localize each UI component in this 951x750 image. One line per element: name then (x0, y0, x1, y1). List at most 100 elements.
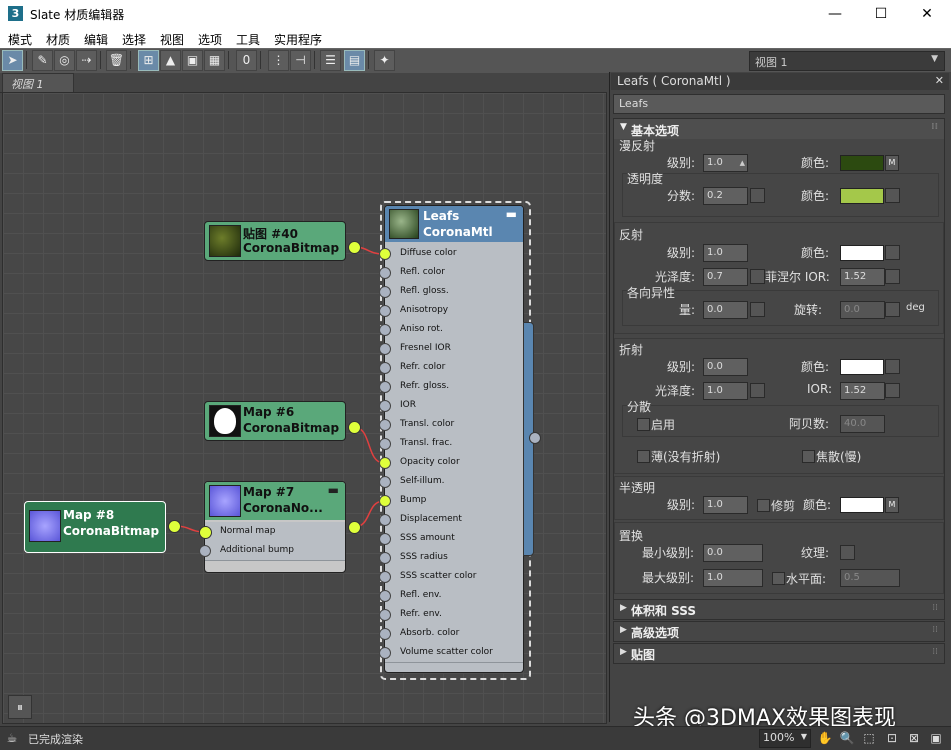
slot-diffuse-color[interactable]: Diffuse color (379, 244, 523, 264)
anisotropy-rotation-map-button[interactable] (885, 302, 900, 317)
diffuse-color-swatch[interactable] (840, 155, 884, 171)
zoom-selected-icon[interactable]: ▣ (928, 730, 944, 746)
slot-aniso-rot[interactable]: Aniso rot. (379, 320, 523, 340)
displacement-max-spinner[interactable]: 1.0 (703, 569, 763, 587)
input-port[interactable] (379, 552, 391, 564)
refraction-level-spinner[interactable]: 0.0 (703, 358, 748, 376)
input-port[interactable] (379, 267, 391, 279)
slot-refr-gloss[interactable]: Refr. gloss. (379, 377, 523, 397)
anisotropy-amount-spinner[interactable]: 0.0 (703, 301, 748, 319)
input-port[interactable] (379, 400, 391, 412)
output-port[interactable] (348, 241, 361, 254)
slot-normal-map[interactable]: Normal map (199, 522, 345, 542)
output-port[interactable] (348, 421, 361, 434)
slot-ior[interactable]: IOR (379, 396, 523, 416)
input-port[interactable] (379, 476, 391, 488)
zoom-icon[interactable]: 🔍 (839, 730, 855, 746)
rollout-header[interactable]: ▼ 基本选项 ⁞⁞ (614, 119, 944, 139)
opacity-map-button[interactable]: M (885, 497, 899, 513)
input-port[interactable] (199, 545, 211, 557)
dispersion-enable-checkbox[interactable] (637, 418, 650, 431)
slot-anisotropy[interactable]: Anisotropy (379, 301, 523, 321)
material-output-port[interactable] (529, 432, 541, 444)
input-port[interactable] (379, 286, 391, 298)
caustics-checkbox[interactable] (802, 450, 815, 463)
view-dropdown[interactable]: 视图 1 ▼ (749, 51, 945, 71)
zoom-region-icon[interactable]: ⬚ (861, 730, 877, 746)
opacity-level-spinner[interactable]: 1.0 (703, 496, 748, 514)
input-port[interactable] (379, 609, 391, 621)
input-port[interactable] (379, 419, 391, 431)
input-port[interactable] (379, 590, 391, 602)
water-level-spinner[interactable]: 0.5 (840, 569, 900, 587)
navigator-toggle-button[interactable]: ⏸ (8, 695, 32, 719)
minimize-button[interactable]: — (812, 0, 858, 28)
rollout-advanced[interactable]: ▶ 高级选项 ⁞⁞ (613, 621, 945, 642)
input-port[interactable] (379, 343, 391, 355)
slot-bump[interactable]: Bump (379, 491, 523, 511)
ior-map-button[interactable] (885, 383, 900, 398)
input-port[interactable] (379, 495, 391, 507)
input-port[interactable] (379, 381, 391, 393)
output-port[interactable] (168, 520, 181, 533)
fresnel-ior-map-button[interactable] (885, 269, 900, 284)
slot-self-illum[interactable]: Self-illum. (379, 472, 523, 492)
close-button[interactable]: ✕ (904, 0, 950, 28)
refraction-gloss-spinner[interactable]: 1.0 (703, 382, 748, 400)
thin-checkbox[interactable] (637, 450, 650, 463)
water-level-checkbox[interactable] (772, 572, 785, 585)
node-leafs[interactable]: Leafs CoronaMtl ▬ Diffuse color Refl. col… (379, 205, 524, 673)
slot-refl-env[interactable]: Refl. env. (379, 586, 523, 606)
slot-displacement[interactable]: Displacement (379, 510, 523, 530)
input-port[interactable] (379, 571, 391, 583)
input-port[interactable] (379, 305, 391, 317)
slot-refr-color[interactable]: Refr. color (379, 358, 523, 378)
zoom-dropdown[interactable]: 100% ▼ (759, 729, 811, 748)
displacement-texture-button[interactable] (840, 545, 855, 560)
pan-hand-icon[interactable]: ✋ (817, 730, 833, 746)
translucency-color-swatch[interactable] (840, 188, 884, 204)
input-port[interactable] (379, 628, 391, 640)
reflection-gloss-spinner[interactable]: 0.7 (703, 268, 748, 286)
input-port-connected[interactable] (199, 526, 212, 539)
anisotropy-amount-map-button[interactable] (750, 302, 765, 317)
input-port[interactable] (379, 647, 391, 659)
slot-opacity-color[interactable]: Opacity color (379, 453, 523, 473)
collapse-icon[interactable]: ▬ (506, 207, 517, 221)
rollout-volume-sss[interactable]: ▶ 体积和 SSS ⁞⁞ (613, 599, 945, 620)
clip-checkbox[interactable] (757, 499, 770, 512)
input-port[interactable] (379, 514, 391, 526)
slot-transl-frac[interactable]: Transl. frac. (379, 434, 523, 454)
maximize-button[interactable]: ☐ (858, 0, 904, 28)
translucency-fraction-map-button[interactable] (750, 188, 765, 203)
output-port[interactable] (348, 521, 361, 534)
input-port[interactable] (379, 362, 391, 374)
abbe-spinner[interactable]: 40.0 (840, 415, 885, 433)
rollout-maps[interactable]: ▶ 贴图 ⁞⁞ (613, 643, 945, 664)
reflection-color-map-button[interactable] (885, 245, 900, 260)
fresnel-ior-spinner[interactable]: 1.52 (840, 268, 885, 286)
panel-close-icon[interactable]: ✕ (935, 74, 944, 87)
slot-transl-color[interactable]: Transl. color (379, 415, 523, 435)
node-map7[interactable]: Map #7 CoronaNo... ▬ Normal map Addition… (199, 481, 346, 573)
anisotropy-rotation-spinner[interactable]: 0.0 (840, 301, 885, 319)
input-port[interactable] (379, 248, 391, 260)
reflection-color-swatch[interactable] (840, 245, 884, 261)
slot-sss-scatter-color[interactable]: SSS scatter color (379, 567, 523, 587)
slot-fresnel-ior[interactable]: Fresnel IOR (379, 339, 523, 359)
slot-volume-scatter-color[interactable]: Volume scatter color (379, 643, 523, 663)
ior-spinner[interactable]: 1.52 (840, 382, 885, 400)
diffuse-level-spinner[interactable]: 1.0 ▲ (703, 154, 748, 172)
diffuse-map-button[interactable]: M (885, 155, 899, 171)
refraction-gloss-map-button[interactable] (750, 383, 765, 398)
node-map6[interactable]: Map #6 CoronaBitmap (204, 401, 346, 441)
input-port[interactable] (379, 457, 391, 469)
slot-refr-env[interactable]: Refr. env. (379, 605, 523, 625)
input-port[interactable] (379, 324, 391, 336)
refraction-color-map-button[interactable] (885, 359, 900, 374)
collapse-icon[interactable]: ▬ (328, 483, 339, 497)
opacity-color-swatch[interactable] (840, 497, 884, 513)
slot-refl-color[interactable]: Refl. color (379, 263, 523, 283)
reflection-level-spinner[interactable]: 1.0 (703, 244, 748, 262)
zoom-extents-icon[interactable]: ⊡ (884, 730, 900, 746)
